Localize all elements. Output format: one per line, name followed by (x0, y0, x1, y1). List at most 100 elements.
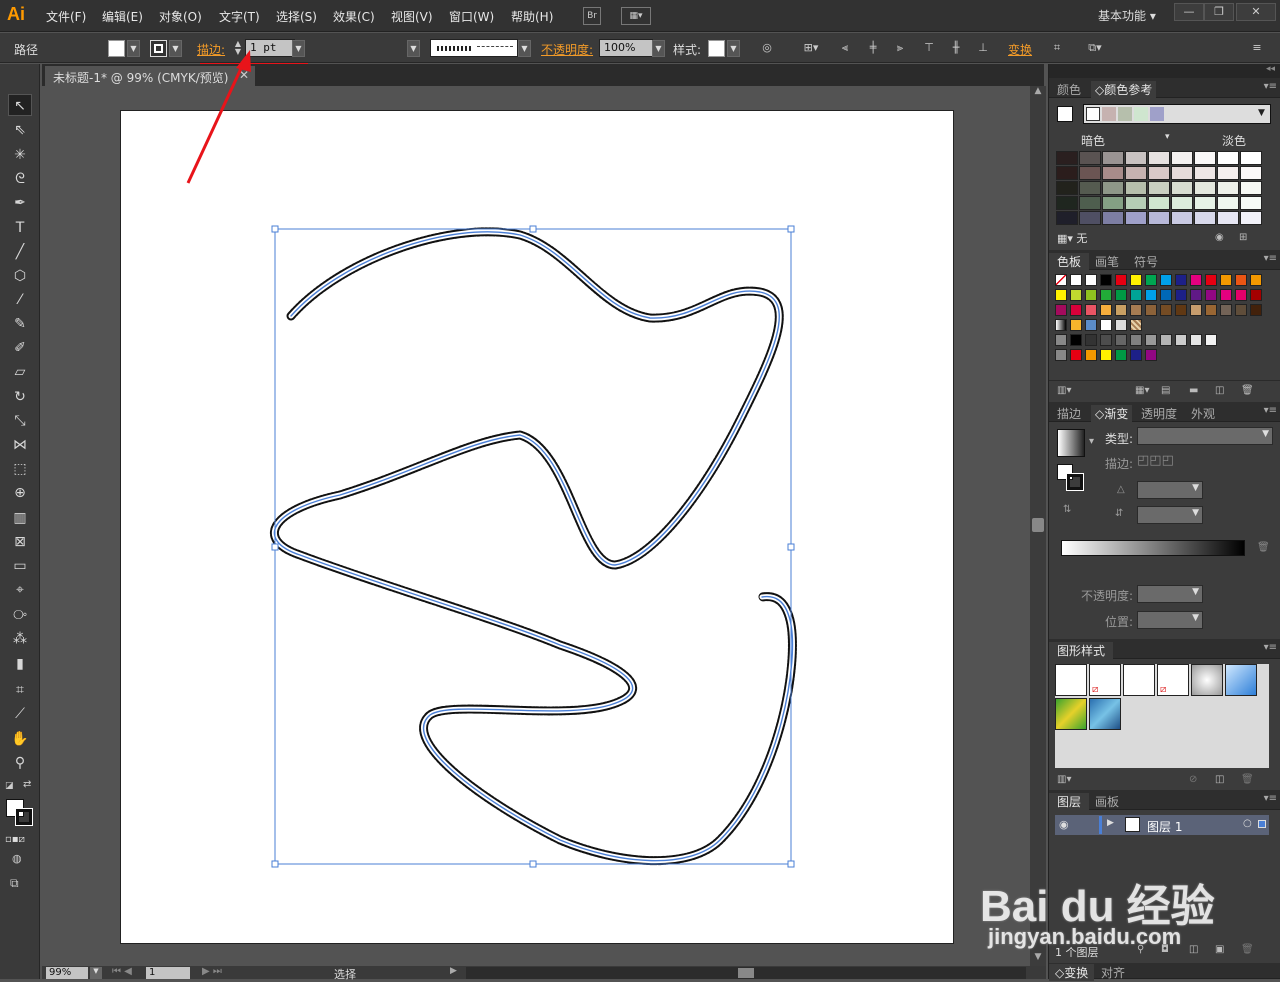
scroll-up-icon[interactable]: ▲ (1031, 86, 1045, 100)
color-guide-cell[interactable] (1148, 211, 1170, 225)
new-swatch-icon[interactable]: ◫ (1215, 385, 1224, 396)
swatch[interactable] (1145, 349, 1157, 361)
color-guide-cell[interactable] (1125, 166, 1147, 180)
color-guide-cell[interactable] (1194, 211, 1216, 225)
swatch[interactable] (1130, 289, 1142, 301)
expand-layer-icon[interactable]: ▶ (1107, 818, 1114, 828)
swatch[interactable] (1100, 319, 1112, 331)
swatch-libraries-icon[interactable]: ▥▾ (1057, 385, 1071, 396)
graphic-styles-grid[interactable]: ⧄ ⧄ (1055, 664, 1269, 768)
gradient-angle-input[interactable]: ▼ (1137, 481, 1203, 499)
graphic-style-bevel[interactable] (1191, 664, 1223, 696)
swatch[interactable] (1085, 334, 1097, 346)
color-guide-cell[interactable] (1079, 211, 1101, 225)
artboard-number-input[interactable]: 1 (146, 967, 190, 979)
swatch[interactable] (1100, 334, 1112, 346)
gradient-preview-dropdown-icon[interactable]: ▾ (1089, 436, 1094, 447)
break-link-icon[interactable]: ⊘ (1189, 774, 1197, 785)
color-guide-cell[interactable] (1240, 151, 1262, 165)
swatch[interactable] (1205, 334, 1217, 346)
color-guide-cell[interactable] (1125, 211, 1147, 225)
swatch[interactable] (1055, 304, 1067, 316)
vertical-scrollbar[interactable]: ▲ ▼ (1030, 86, 1046, 966)
color-guide-cell[interactable] (1148, 166, 1170, 180)
swatch[interactable] (1100, 304, 1112, 316)
color-guide-cell[interactable] (1148, 181, 1170, 195)
swatch[interactable] (1115, 334, 1127, 346)
color-guide-cell[interactable] (1102, 166, 1124, 180)
layer-name[interactable]: 图层 1 (1147, 818, 1182, 835)
delete-graphic-style-icon[interactable]: 🗑 (1241, 774, 1254, 785)
artboard-prev-icon[interactable]: ⏮ ◀ (112, 966, 132, 977)
tab-gradient[interactable]: ◇渐变 (1091, 405, 1133, 422)
new-color-group-icon[interactable]: ▬ (1189, 385, 1198, 396)
swatch[interactable] (1175, 289, 1187, 301)
swatch[interactable] (1100, 274, 1112, 286)
delete-layer-icon[interactable]: 🗑 (1241, 944, 1254, 955)
color-guide-cell[interactable] (1240, 181, 1262, 195)
color-guide-cell[interactable] (1240, 166, 1262, 180)
color-guide-cell[interactable] (1056, 196, 1078, 210)
swatch[interactable] (1070, 289, 1082, 301)
new-graphic-style-icon[interactable]: ◫ (1215, 774, 1224, 785)
gradient-preview[interactable] (1057, 429, 1085, 457)
color-guide-cell[interactable] (1194, 166, 1216, 180)
graphic-style-blue[interactable] (1225, 664, 1257, 696)
color-guide-cell[interactable] (1125, 181, 1147, 195)
swatch[interactable] (1160, 304, 1172, 316)
color-guide-cell[interactable] (1125, 196, 1147, 210)
swatch[interactable] (1220, 289, 1232, 301)
color-guide-cell[interactable] (1240, 211, 1262, 225)
swatch[interactable] (1145, 304, 1157, 316)
layer-row[interactable]: ◉ ▶ 图层 1 ○ (1055, 815, 1269, 835)
stroke-gradient-type-icons[interactable]: ◰◰◰ (1137, 453, 1205, 473)
color-guide-cell[interactable] (1217, 181, 1239, 195)
gradient-slider[interactable] (1061, 540, 1245, 556)
zoom-dropdown[interactable]: ▼ (90, 967, 102, 979)
color-guide-cell[interactable] (1171, 166, 1193, 180)
swatch[interactable] (1235, 274, 1247, 286)
swatch[interactable] (1175, 274, 1187, 286)
vertical-scroll-thumb[interactable] (1032, 518, 1044, 532)
zoom-input[interactable]: 99% (46, 967, 88, 979)
color-guide-cell[interactable] (1194, 151, 1216, 165)
reverse-gradient-icon[interactable]: ⇅ (1063, 504, 1071, 515)
harmony-dropdown-icon[interactable]: ▼ (1258, 108, 1265, 118)
swatch[interactable] (1115, 274, 1127, 286)
swatch[interactable] (1145, 334, 1157, 346)
swatch[interactable] (1205, 289, 1217, 301)
swatch[interactable] (1205, 274, 1217, 286)
panel-menu-icon[interactable]: ▾≡ (1264, 81, 1277, 92)
graphic-style-libraries-icon[interactable]: ▥▾ (1057, 774, 1071, 785)
artboard-next-icon[interactable]: ▶ ⏭ (202, 966, 222, 977)
color-guide-cell[interactable] (1194, 196, 1216, 210)
color-guide-cell[interactable] (1125, 151, 1147, 165)
color-guide-cell[interactable] (1102, 211, 1124, 225)
color-guide-cell[interactable] (1194, 181, 1216, 195)
swatch[interactable] (1115, 349, 1127, 361)
color-guide-cell[interactable] (1079, 151, 1101, 165)
swatch[interactable] (1130, 319, 1142, 331)
swatches-grid[interactable] (1055, 274, 1265, 374)
tab-align[interactable]: 对齐 (1101, 964, 1125, 981)
swatch[interactable] (1130, 274, 1142, 286)
new-layer-icon[interactable]: ▣ (1215, 944, 1224, 955)
horizontal-scroll-thumb[interactable] (738, 968, 754, 978)
color-guide-cell[interactable] (1079, 181, 1101, 195)
graphic-style-none[interactable]: ⧄ (1089, 664, 1121, 696)
swatch[interactable] (1085, 349, 1097, 361)
harmony-rules-bar[interactable]: ▼ (1083, 104, 1271, 124)
swatch-group-folder-icon[interactable] (1055, 349, 1067, 361)
save-color-group-icon[interactable]: ⊞ (1239, 232, 1247, 243)
gradient-position-input[interactable]: ▼ (1137, 611, 1203, 629)
color-guide-base-swatch[interactable] (1057, 106, 1073, 122)
gradient-opacity-input[interactable]: ▼ (1137, 585, 1203, 603)
color-guide-cell[interactable] (1217, 196, 1239, 210)
swatch[interactable] (1130, 349, 1142, 361)
swatch[interactable] (1070, 349, 1082, 361)
layer-selection-indicator[interactable] (1258, 820, 1266, 828)
tab-swatches[interactable]: 色板 (1049, 253, 1090, 270)
color-guide-cell[interactable] (1217, 211, 1239, 225)
swatch[interactable] (1205, 304, 1217, 316)
swatch[interactable] (1175, 334, 1187, 346)
